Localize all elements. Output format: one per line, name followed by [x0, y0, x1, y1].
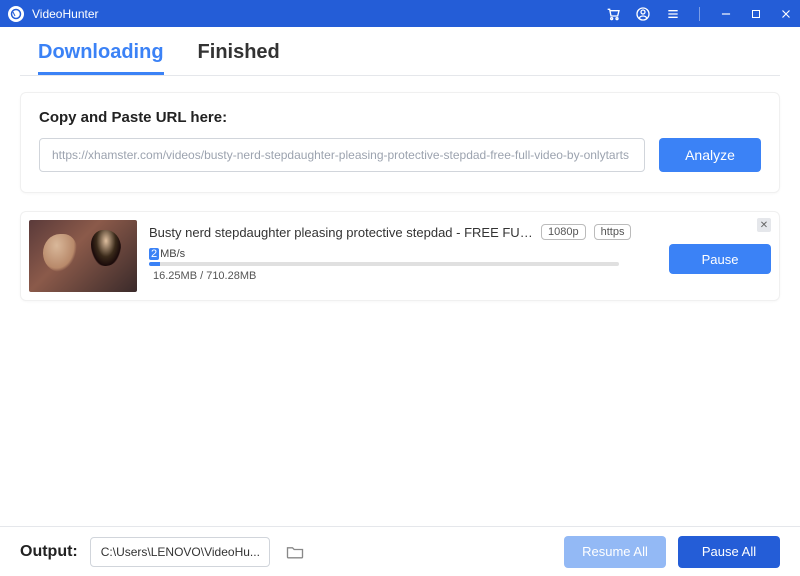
tab-finished[interactable]: Finished [198, 41, 280, 75]
progress-bar [149, 262, 619, 266]
download-title: Busty nerd stepdaughter pleasing protect… [149, 225, 533, 240]
account-icon[interactable] [635, 6, 651, 22]
url-label: Copy and Paste URL here: [39, 109, 761, 126]
app-title: VideoHunter [32, 7, 605, 21]
video-thumbnail [29, 220, 137, 292]
url-card: Copy and Paste URL here: Analyze [20, 92, 780, 193]
titlebar-divider [699, 7, 700, 21]
bottombar: Output: C:\Users\LENOVO\VideoHu... Resum… [0, 526, 800, 576]
tab-downloading[interactable]: Downloading [38, 41, 164, 75]
output-label: Output: [20, 543, 78, 561]
close-icon[interactable] [778, 6, 794, 22]
output-path[interactable]: C:\Users\LENOVO\VideoHu... [90, 537, 270, 567]
pause-all-button[interactable]: Pause All [678, 536, 780, 568]
analyze-button[interactable]: Analyze [659, 138, 761, 172]
tabs: Downloading Finished [20, 27, 780, 76]
minimize-icon[interactable] [718, 6, 734, 22]
maximize-icon[interactable] [748, 6, 764, 22]
open-folder-icon[interactable] [282, 539, 308, 565]
pause-button[interactable]: Pause [669, 244, 771, 274]
download-item: Busty nerd stepdaughter pleasing protect… [20, 211, 780, 301]
quality-badge: 1080p [541, 224, 586, 240]
protocol-badge: https [594, 224, 632, 240]
url-input[interactable] [39, 138, 645, 172]
cart-icon[interactable] [605, 6, 621, 22]
titlebar: VideoHunter [0, 0, 800, 27]
remove-download-icon[interactable]: ✕ [757, 218, 771, 232]
resume-all-button[interactable]: Resume All [564, 536, 666, 568]
app-logo [8, 6, 24, 22]
main-content: Downloading Finished Copy and Paste URL … [0, 27, 800, 526]
menu-icon[interactable] [665, 6, 681, 22]
